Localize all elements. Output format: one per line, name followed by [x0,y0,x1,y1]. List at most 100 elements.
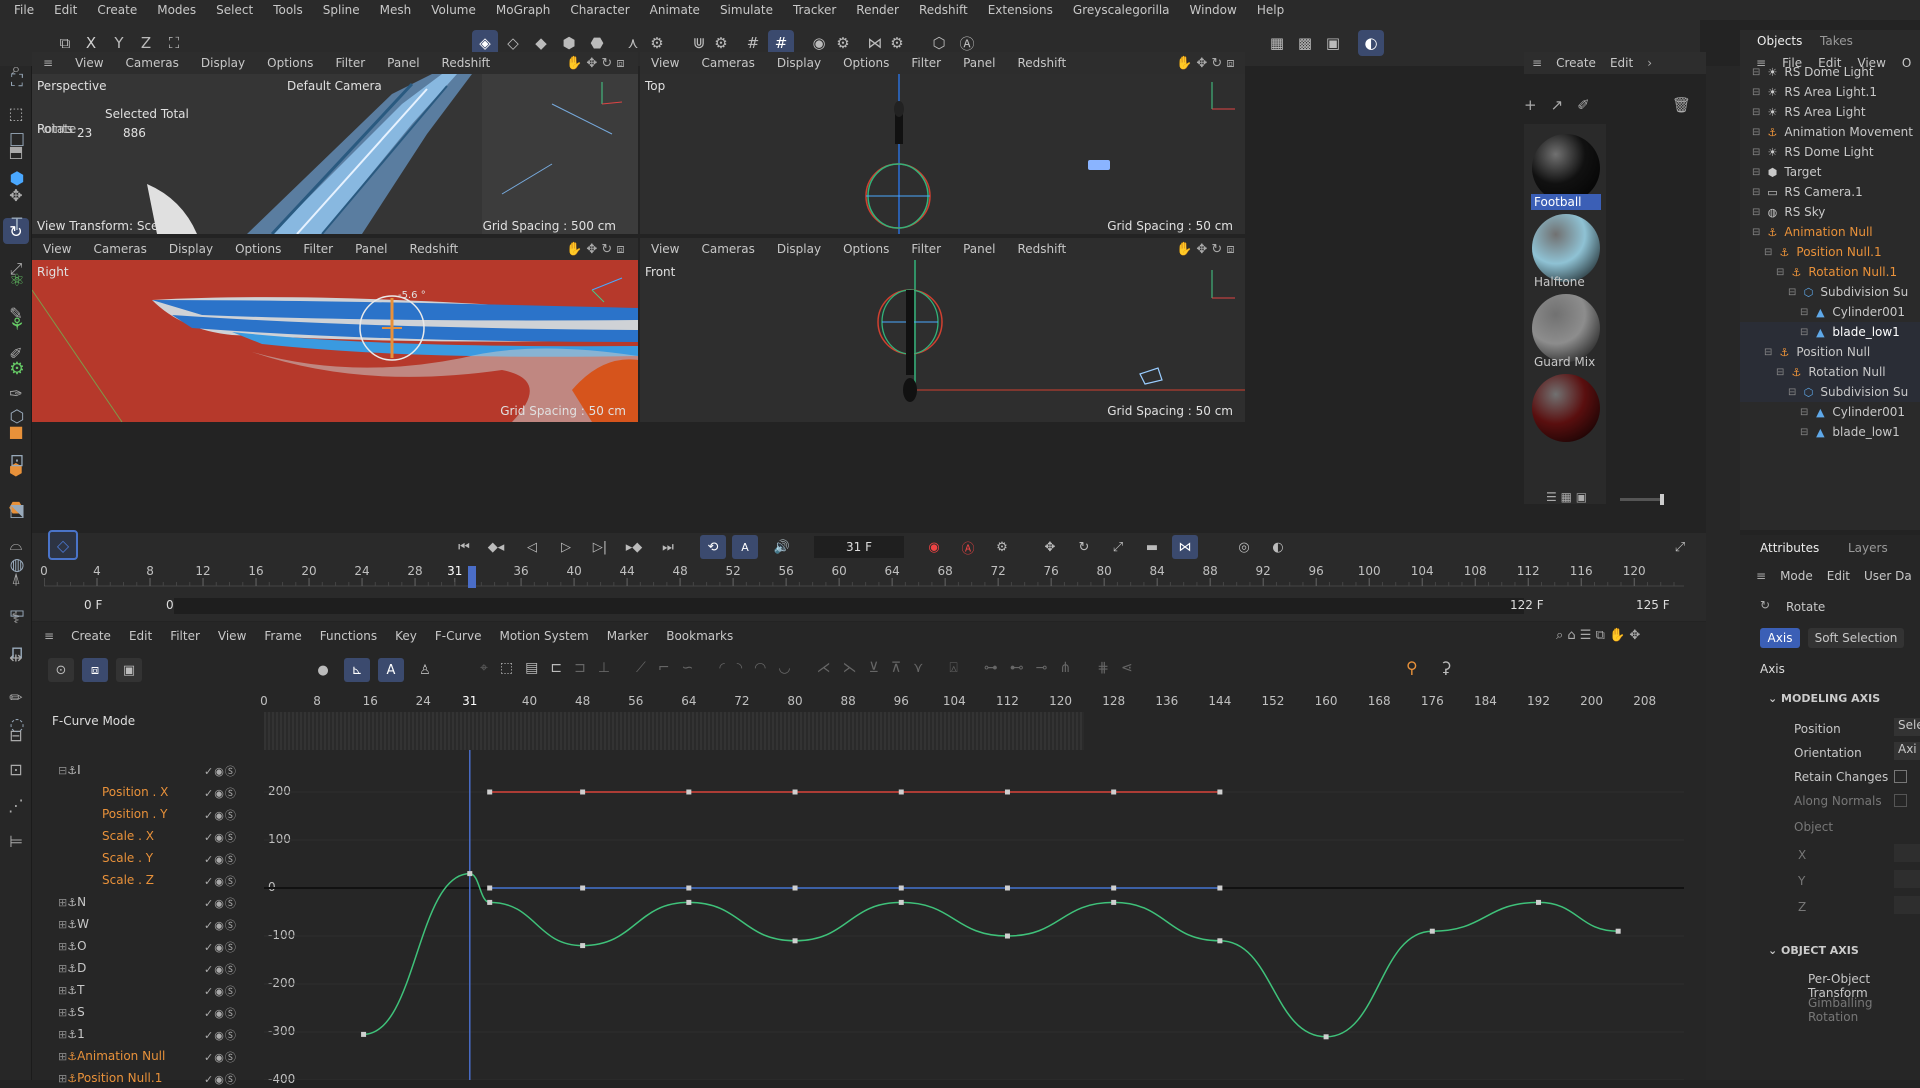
keyframe-point[interactable] [467,871,473,877]
tab-takes[interactable]: Takes [1820,34,1853,48]
fcurve-menu-item[interactable]: Key [386,629,426,643]
vp-menu-options[interactable]: Options [832,242,900,256]
key-offset-icon[interactable]: ⋖ [1121,660,1133,676]
fcurve-track[interactable]: ⊞ ⚓ Animation Null [58,1046,165,1066]
object-tree-item[interactable]: ⊟ ⚓ Rotation Null [1776,362,1886,382]
motion-mode-icon[interactable]: ▣ [116,658,142,682]
subtab-soft-selection[interactable]: Soft Selection [1808,628,1904,648]
hamburger-icon[interactable]: ≡ [1756,569,1766,583]
linear-icon[interactable]: ⟋ [622,660,646,676]
fcurve-menu-item[interactable]: Frame [255,629,310,643]
null-add-icon[interactable]: ⊡ [4,448,30,474]
add-marker-icon[interactable]: ⚳ [1440,658,1452,677]
track-visibility-icons[interactable]: ✓◉Ⓢ [204,785,237,801]
menu-simulate[interactable]: Simulate [710,3,783,17]
vp-menu-display[interactable]: Display [190,56,256,70]
vp-menu-display[interactable]: Display [158,242,224,256]
fcurve-menu-item[interactable]: Create [62,629,120,643]
vp-menu-panel[interactable]: Panel [952,242,1006,256]
current-frame-field[interactable]: 31 F [814,536,904,558]
keyframe-point[interactable] [898,885,904,891]
expand-toggle-icon[interactable]: ⊟ [1764,247,1772,258]
motion-clip-icon[interactable]: ◎ [1232,535,1256,559]
expand-toggle-icon[interactable]: ⊞ [58,896,67,909]
keyframe-point[interactable] [487,899,493,905]
menu-character[interactable]: Character [560,3,639,17]
fcurve-track[interactable]: Position . X [102,782,168,802]
vp-menu-view[interactable]: View [640,242,690,256]
object-tree-item[interactable]: ⊟ ▲ blade_low1 [1800,322,1900,342]
key-mirror-icon[interactable]: ⋔ [1060,660,1072,676]
tag-icon[interactable]: ⬡ [4,404,30,430]
object-tree-item[interactable]: ⊟ ⚓ Position Null.1 [1764,242,1882,262]
material-preview[interactable] [1532,214,1600,282]
object-tree-item[interactable]: ⊟ ☀ RS Area Light [1752,102,1866,122]
key-param-icon[interactable]: ▬ [1140,535,1164,559]
along-normals-checkbox[interactable] [1894,794,1907,807]
y-input[interactable] [1894,870,1920,888]
vp-menu-panel[interactable]: Panel [376,56,430,70]
vp-menu-view[interactable]: View [640,56,690,70]
keyframe-point[interactable] [1429,928,1435,934]
vp-menu-panel[interactable]: Panel [952,56,1006,70]
object-tree-item[interactable]: ⊟ ⬢ Target [1752,162,1822,182]
snap-key-icon[interactable]: ⌖ [480,660,488,676]
keyframe-point[interactable] [1323,1034,1329,1040]
prev-frame-icon[interactable]: ◁ [520,535,544,559]
spline-icon[interactable]: ∽ [682,660,694,676]
key-settings-icon[interactable]: ⚙ [990,535,1014,559]
frame-selected-icon[interactable]: ⬚ [500,660,513,676]
object-tree-item[interactable]: ⊟ ⚓ Animation Null [1752,222,1873,242]
menu-edit[interactable]: Edit [44,3,87,17]
vp-menu-filter[interactable]: Filter [292,242,344,256]
key-pla-icon[interactable]: ⋈ [1172,535,1198,559]
tab-objects[interactable]: Objects [1757,34,1802,48]
track-visibility-icons[interactable]: ✓◉Ⓢ [204,1071,237,1087]
material-preview[interactable] [1532,134,1600,202]
menu-redshift[interactable]: Redshift [909,3,978,17]
fcurve-track[interactable]: Position . Y [102,804,168,824]
loop-icon[interactable]: ⟲ [700,535,726,559]
keyframe-point[interactable] [361,1031,367,1037]
plus-icon[interactable]: + [1524,96,1537,114]
expand-toggle-icon[interactable]: ⊟ [1752,127,1760,138]
vp-menu-filter[interactable]: Filter [900,56,952,70]
viewport-nav-icons[interactable]: ✋ ✥ ↻ ⧈ [1176,56,1235,71]
spline-smooth-icon[interactable]: ✑ [3,380,29,406]
expand-toggle-icon[interactable]: ⊟ [1752,207,1760,218]
menu-animate[interactable]: Animate [640,3,710,17]
brush-icon[interactable]: ✏ [3,684,29,710]
obj-menu-more[interactable]: O [1902,56,1911,70]
text-icon[interactable]: T [4,212,30,238]
object-tree-item[interactable]: ⊟ ☀ RS Area Light.1 [1752,82,1877,102]
trash-icon[interactable]: 🗑 [1672,96,1691,114]
keyframe-point[interactable] [580,789,586,795]
menu-help[interactable]: Help [1247,3,1294,17]
fcurve-view-icon[interactable]: ⧈ [82,658,108,682]
expand-toggle-icon[interactable]: ⊟ [1752,227,1760,238]
menu-select[interactable]: Select [206,3,263,17]
fcurve-track[interactable]: ⊟ ⚓ I [58,760,81,780]
expand-toggle-icon[interactable]: ⊟ [1752,187,1760,198]
autokeying-icon[interactable]: Ⓐ [956,535,980,559]
expand-toggle-icon[interactable]: ⊟ [1800,327,1808,338]
overshoot-icon[interactable]: ⍓ [935,660,957,676]
max-frame[interactable]: 125 F [1636,598,1670,612]
dope-sheet-view-icon[interactable]: ⊙ [48,658,74,682]
show-animated-icon[interactable]: A [378,658,404,682]
retain-changes-checkbox[interactable] [1894,770,1907,783]
render-picture-viewer-icon[interactable]: ▩ [1292,30,1318,56]
eyedropper-icon[interactable]: ✐ [1577,96,1590,114]
step-icon[interactable]: ⌐ [658,660,670,676]
material-view-icons[interactable]: ☰ ▦ ▣ [1546,490,1587,504]
object-tree-item[interactable]: ⊟ ☀ RS Dome Light [1752,142,1874,162]
clear-key-icon[interactable]: ⊥ [598,660,610,676]
vp-menu-options[interactable]: Options [256,56,324,70]
track-visibility-icons[interactable]: ✓◉Ⓢ [204,829,237,845]
attr-menu-mode[interactable]: Mode [1780,569,1813,583]
dynamics-icon[interactable]: ⬔ [4,498,30,524]
autokey-icon[interactable]: A [732,535,758,559]
object-tree-item[interactable]: ⊟ ▭ RS Camera.1 [1752,182,1863,202]
expand-toggle-icon[interactable]: ⊞ [58,918,67,931]
expand-toggle-icon[interactable]: ⊟ [1764,347,1772,358]
